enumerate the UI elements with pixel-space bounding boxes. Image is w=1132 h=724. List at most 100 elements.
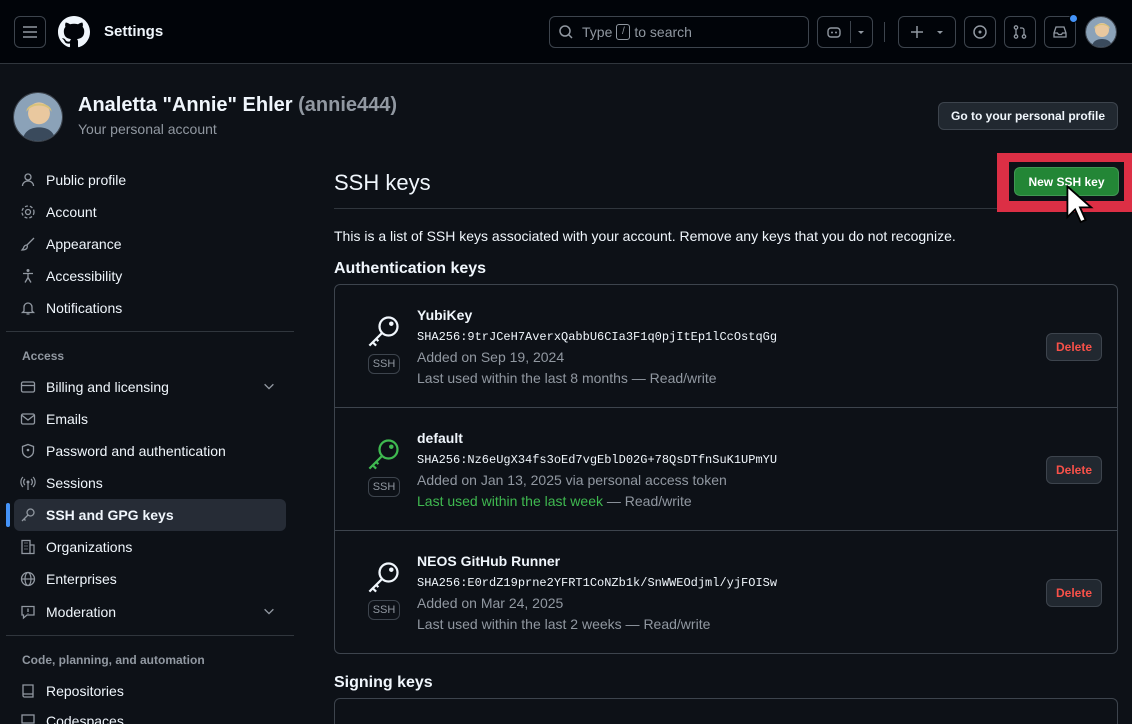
key-last-used: Last used within the last 8 months — Rea… <box>417 370 717 386</box>
key-last-used-text: Last used within the last 2 weeks — Read… <box>417 616 711 632</box>
sidebar-item-moderation[interactable]: Moderation <box>14 596 286 628</box>
person-icon <box>21 173 35 187</box>
credit-card-icon <box>20 381 36 393</box>
broadcast-icon <box>20 476 36 490</box>
sidebar-item-label: Public profile <box>46 172 127 188</box>
profile-name[interactable]: Analetta "Annie" Ehler (annie444) <box>78 94 397 117</box>
globe-icon <box>20 571 36 587</box>
sidebar-item-enterprises[interactable]: Enterprises <box>14 563 286 595</box>
search-icon <box>559 25 573 39</box>
mail-icon <box>20 413 36 425</box>
profile-display-name: Analetta "Annie" Ehler <box>78 94 293 116</box>
active-indicator <box>6 503 10 527</box>
sidebar-item-codespaces[interactable]: Codespaces <box>14 705 286 724</box>
codespaces-icon <box>21 714 35 724</box>
sidebar-item-label: Organizations <box>46 539 133 555</box>
ssh-badge: SSH <box>368 477 400 497</box>
intro-text: This is a list of SSH keys associated wi… <box>334 228 956 244</box>
sidebar-item-label: Repositories <box>46 683 124 699</box>
sidebar-item-account[interactable]: Account <box>14 196 286 228</box>
sidebar-item-accessibility[interactable]: Accessibility <box>14 260 286 292</box>
sidebar-item-label: Notifications <box>46 300 123 316</box>
report-icon <box>21 605 35 620</box>
page-context-title[interactable]: Settings <box>104 23 163 40</box>
list-item: SSH NEOS GitHub Runner SHA256:E0rdZ19prn… <box>335 531 1117 654</box>
key-added-date: Added on Mar 24, 2025 <box>417 595 564 611</box>
sidebar-item-repositories[interactable]: Repositories <box>14 675 286 707</box>
sidebar-item-label: Moderation <box>46 604 117 620</box>
inbox-icon <box>1053 26 1067 38</box>
profile-subtitle: Your personal account <box>78 121 217 137</box>
key-last-used-text: — Read/write <box>603 493 692 509</box>
sidebar-heading-access: Access <box>22 349 65 363</box>
signing-keys-heading: Signing keys <box>334 674 433 691</box>
key-fingerprint: SHA256:E0rdZ19prne2YFRT1CoNZb1k/SnWWEOdj… <box>417 576 778 590</box>
authentication-keys-heading: Authentication keys <box>334 260 487 277</box>
signing-keys-list <box>334 698 1118 724</box>
chevron-down-icon[interactable] <box>856 27 866 37</box>
bell-icon <box>20 302 36 315</box>
inbox-button[interactable] <box>1044 14 1078 48</box>
delete-key-button[interactable]: Delete <box>1046 579 1102 607</box>
chevron-down-icon <box>937 31 943 34</box>
key-last-used-recent: Last used within the last week <box>417 493 603 509</box>
ssh-badge: SSH <box>368 600 400 620</box>
key-added-date: Added on Sep 19, 2024 <box>417 349 565 365</box>
search-prefix: Type <box>582 24 613 40</box>
sidebar-item-billing[interactable]: Billing and licensing <box>14 371 286 403</box>
pull-requests-button[interactable] <box>1004 16 1036 48</box>
sidebar-item-appearance[interactable]: Appearance <box>14 228 286 260</box>
mouse-pointer-icon <box>1066 185 1094 224</box>
profile-avatar[interactable] <box>13 92 63 142</box>
sidebar-item-password[interactable]: Password and authentication <box>14 435 286 467</box>
sidebar-item-label: Appearance <box>46 236 122 252</box>
sidebar-item-label: Enterprises <box>46 571 117 587</box>
hamburger-icon <box>23 26 37 38</box>
copilot-icon <box>827 27 841 38</box>
sidebar-item-sessions[interactable]: Sessions <box>14 467 286 499</box>
authentication-keys-list: SSH YubiKey SHA256:9trJCeH7AverxQabbU6CI… <box>334 284 1118 654</box>
key-fingerprint: SHA256:Nz6eUgX34fs3oEd7vgEblD02G+78QsDTf… <box>417 453 778 467</box>
create-new-button[interactable] <box>898 16 956 48</box>
search-input[interactable]: Type / to search <box>549 16 809 48</box>
plus-icon <box>911 26 923 38</box>
sidebar-item-notifications[interactable]: Notifications <box>14 292 286 324</box>
ssh-badge: SSH <box>368 354 400 374</box>
sidebar-item-ssh-gpg-keys[interactable]: SSH and GPG keys <box>14 499 286 531</box>
chevron-down-icon[interactable] <box>262 379 276 393</box>
issue-icon <box>973 25 987 39</box>
key-icon <box>21 508 35 522</box>
delete-key-button[interactable]: Delete <box>1046 456 1102 484</box>
key-title: NEOS GitHub Runner <box>417 553 561 569</box>
sidebar-item-label: Emails <box>46 411 89 427</box>
copilot-button[interactable] <box>817 16 873 48</box>
go-to-profile-button[interactable]: Go to your personal profile <box>938 102 1118 130</box>
profile-handle: (annie444) <box>298 94 398 116</box>
sidebar-item-label: Accessibility <box>46 268 123 284</box>
page-title: SSH keys <box>334 170 431 195</box>
menu-button[interactable] <box>14 16 46 48</box>
pull-request-icon <box>1013 25 1027 39</box>
list-item: SSH default SHA256:Nz6eUgX34fs3oEd7vgEbl… <box>335 408 1117 531</box>
paintbrush-icon <box>20 237 35 251</box>
github-logo-icon[interactable] <box>58 16 90 48</box>
search-shortcut-key: / <box>616 24 631 40</box>
sidebar-divider <box>6 331 294 332</box>
sidebar-divider <box>6 635 294 636</box>
sidebar-heading-code: Code, planning, and automation <box>22 653 205 667</box>
key-icon <box>368 439 399 470</box>
delete-key-button[interactable]: Delete <box>1046 333 1102 361</box>
gear-icon <box>21 205 35 219</box>
search-suffix: to search <box>634 24 692 40</box>
top-header: Settings Type / to search <box>0 0 1132 64</box>
chevron-down-icon[interactable] <box>262 604 276 618</box>
avatar[interactable] <box>1085 16 1117 48</box>
sidebar-item-organizations[interactable]: Organizations <box>14 531 286 563</box>
repo-icon <box>22 684 34 698</box>
shield-icon <box>21 443 35 459</box>
sidebar-item-label: SSH and GPG keys <box>46 507 174 523</box>
sidebar-item-emails[interactable]: Emails <box>14 403 286 435</box>
issues-button[interactable] <box>964 16 996 48</box>
sidebar-item-public-profile[interactable]: Public profile <box>14 164 286 196</box>
key-last-used: Last used within the last week — Read/wr… <box>417 493 692 509</box>
